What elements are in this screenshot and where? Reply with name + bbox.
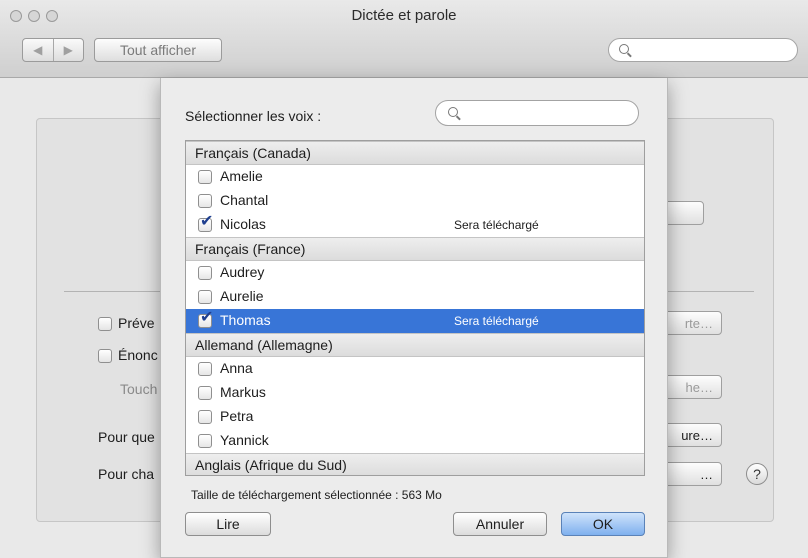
group-label: Anglais (Afrique du Sud) [195, 457, 347, 473]
voice-checkbox[interactable] [198, 266, 212, 280]
voice-checkbox[interactable] [198, 386, 212, 400]
voice-selection-sheet: Sélectionner les voix : Français (Canada… [160, 78, 668, 558]
checkmark-icon: ✔ [200, 309, 214, 326]
preferences-search-field[interactable] [608, 38, 798, 62]
cancel-button[interactable]: Annuler [453, 512, 547, 536]
voice-checkbox-checked[interactable]: ✔ [198, 214, 213, 232]
download-status: Sera téléchargé [454, 314, 539, 328]
group-header-french-canada: Français (Canada) [186, 141, 644, 165]
back-button[interactable]: ◀ [23, 39, 53, 61]
shortcut-label: Touch [120, 381, 158, 397]
play-button[interactable]: Lire [185, 512, 271, 536]
voice-checkbox[interactable] [198, 362, 212, 376]
voice-name: Anna [220, 360, 253, 376]
pour-cha-label: Pour cha [98, 466, 155, 482]
list-item[interactable]: Audrey [186, 261, 644, 285]
option-checkbox-2[interactable] [98, 349, 112, 363]
voice-name: Markus [220, 384, 266, 400]
search-icon [619, 44, 629, 54]
voice-checkbox[interactable] [198, 410, 212, 424]
voice-checkbox-checked[interactable]: ✔ [198, 310, 213, 328]
show-all-button[interactable]: Tout afficher [94, 38, 222, 62]
option-label-2: Énonc [118, 347, 158, 363]
voice-name: Petra [220, 408, 254, 424]
option-label-1: Préve [118, 315, 155, 331]
list-item-selected[interactable]: ✔ Thomas Sera téléchargé [186, 309, 644, 333]
voice-checkbox[interactable] [198, 170, 212, 184]
sheet-title: Sélectionner les voix : [185, 108, 322, 124]
list-item[interactable]: Chantal [186, 189, 644, 213]
download-status: Sera téléchargé [454, 218, 539, 232]
group-label: Français (Canada) [195, 145, 311, 161]
back-forward-control: ◀ ▶ [22, 38, 84, 62]
option-checkbox-1[interactable] [98, 317, 112, 331]
voice-checkbox[interactable] [198, 290, 212, 304]
forward-button[interactable]: ▶ [52, 39, 84, 61]
pour-que-label: Pour que [98, 429, 155, 445]
list-item[interactable]: ✔ Nicolas Sera téléchargé [186, 213, 644, 237]
voice-name: Audrey [220, 264, 265, 280]
group-label: Allemand (Allemagne) [195, 337, 333, 353]
list-item[interactable]: Anna [186, 357, 644, 381]
voice-name: Nicolas [220, 216, 266, 232]
voice-name: Yannick [220, 432, 269, 448]
voice-name: Aurelie [220, 288, 264, 304]
list-item[interactable]: Petra [186, 405, 644, 429]
voice-name: Thomas [220, 312, 271, 328]
download-size-label: Taille de téléchargement sélectionnée : … [191, 488, 442, 502]
group-label: Français (France) [195, 241, 306, 257]
preferences-window: Dictée et parole ◀ ▶ Tout afficher Préve… [0, 0, 808, 558]
list-item[interactable]: Markus [186, 381, 644, 405]
group-header-french-france: Français (France) [186, 237, 644, 261]
checkmark-icon: ✔ [200, 213, 214, 230]
voice-list: Français (Canada) Amelie Chantal ✔ Nicol… [185, 140, 645, 476]
title-bar: Dictée et parole ◀ ▶ Tout afficher [0, 0, 808, 78]
voice-name: Amelie [220, 168, 263, 184]
window-title: Dictée et parole [351, 7, 457, 24]
help-button[interactable]: ? [746, 463, 768, 485]
list-item[interactable]: Aurelie [186, 285, 644, 309]
voice-name: Chantal [220, 192, 269, 208]
list-item[interactable]: Amelie [186, 165, 644, 189]
voice-checkbox[interactable] [198, 194, 212, 208]
group-header-german: Allemand (Allemagne) [186, 333, 644, 357]
voice-search-field[interactable] [435, 100, 639, 126]
voice-checkbox[interactable] [198, 434, 212, 448]
ok-button[interactable]: OK [561, 512, 645, 536]
group-header-english-south-africa: Anglais (Afrique du Sud) [186, 453, 644, 475]
search-icon [448, 107, 458, 117]
list-item[interactable]: Yannick [186, 429, 644, 453]
